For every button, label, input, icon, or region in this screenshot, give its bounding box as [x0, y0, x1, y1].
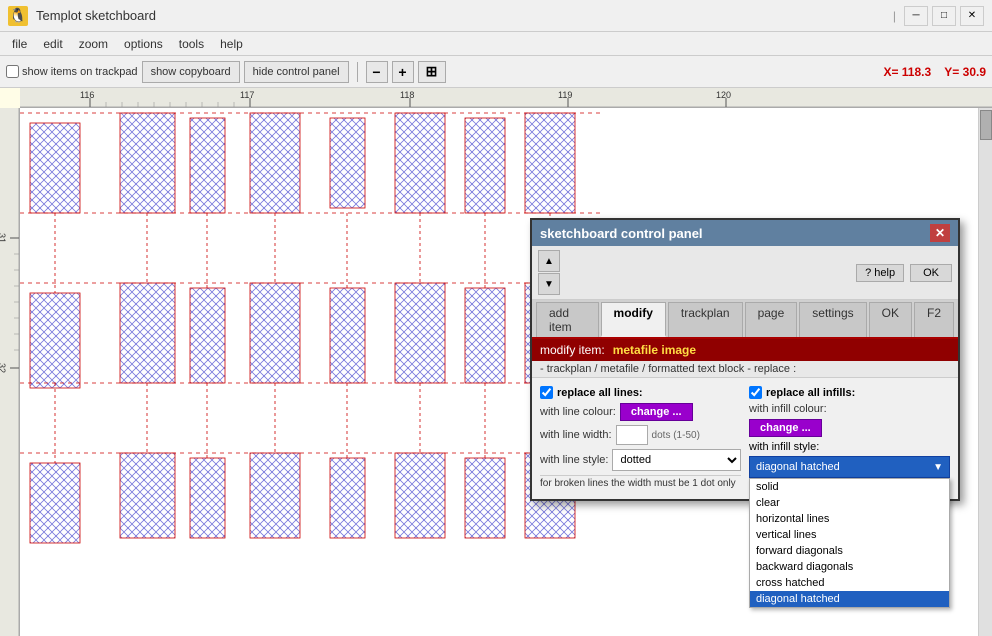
infill-option-cross[interactable]: cross hatched — [750, 575, 949, 591]
menu-file[interactable]: file — [4, 35, 35, 53]
infill-option-solid[interactable]: solid — [750, 479, 949, 495]
modify-header: modify item: metafile image — [532, 339, 958, 361]
zoom-out-button[interactable]: − — [366, 61, 388, 83]
show-trackpad-label[interactable]: show items on trackpad — [6, 65, 138, 78]
line-width-input[interactable]: 1 — [616, 425, 648, 445]
line-width-row: with line width: 1 dots (1-50) — [540, 425, 741, 445]
title-bar: 🐧 Templot sketchboard | ─ □ ✕ — [0, 0, 992, 32]
dialog-top-row: ▲ ▼ ? help OK — [532, 246, 958, 300]
infill-style-dropdown: solid clear horizontal lines vertical li… — [749, 478, 950, 608]
scrollbar-vertical[interactable] — [978, 108, 992, 636]
infill-style-container: diagonal hatched ▼ solid clear horizonta… — [749, 456, 950, 478]
breadcrumb: - trackplan / metafile / formatted text … — [532, 361, 958, 378]
dropdown-arrow-icon: ▼ — [933, 462, 943, 473]
svg-text:119: 119 — [558, 90, 572, 100]
tab-modify[interactable]: modify — [601, 302, 666, 337]
show-copyboard-button[interactable]: show copyboard — [142, 61, 240, 83]
right-column: replace all infills: with infill colour:… — [749, 386, 950, 491]
dialog-close-button[interactable]: ✕ — [930, 224, 950, 242]
line-colour-row: with line colour: change ... — [540, 403, 741, 421]
replace-lines-checkbox[interactable] — [540, 386, 553, 399]
show-trackpad-checkbox[interactable] — [6, 65, 19, 78]
scrollbar-thumb[interactable] — [980, 110, 992, 140]
maximize-button[interactable]: □ — [932, 6, 956, 26]
change-line-colour-button[interactable]: change ... — [620, 403, 693, 421]
dialog-ok-top-button[interactable]: OK — [910, 264, 952, 282]
dialog-content: replace all lines: with line colour: cha… — [532, 378, 958, 499]
toolbar: show items on trackpad show copyboard hi… — [0, 56, 992, 88]
title-bar-divider: | — [893, 9, 896, 23]
replace-lines-label: replace all lines: — [557, 387, 643, 399]
infill-option-vertical[interactable]: vertical lines — [750, 527, 949, 543]
tab-ok[interactable]: OK — [869, 302, 912, 337]
infill-colour-row: with infill colour: — [749, 403, 950, 415]
app-icon: 🐧 — [8, 6, 28, 26]
menu-options[interactable]: options — [116, 35, 171, 53]
infill-style-selected[interactable]: diagonal hatched ▼ — [749, 456, 950, 478]
infill-colour-label: with infill colour: — [749, 403, 827, 415]
line-style-label: with line style: — [540, 454, 608, 466]
tab-trackplan[interactable]: trackplan — [668, 302, 743, 337]
ruler-horizontal: 116 117 118 119 120 — [20, 88, 992, 108]
svg-text:31: 31 — [0, 233, 7, 243]
menu-zoom[interactable]: zoom — [71, 35, 116, 53]
infill-option-clear[interactable]: clear — [750, 495, 949, 511]
dialog-help-button[interactable]: ? help — [856, 264, 904, 282]
line-width-unit: dots (1-50) — [652, 430, 700, 441]
svg-text:116: 116 — [80, 90, 94, 100]
tab-settings[interactable]: settings — [799, 302, 866, 337]
line-width-label: with line width: — [540, 429, 612, 441]
infill-style-label: with infill style: — [749, 441, 950, 453]
ruler-vertical: 31 32 — [0, 108, 20, 636]
line-colour-label: with line colour: — [540, 406, 616, 418]
toolbar-separator-1 — [357, 62, 358, 82]
hide-panel-button[interactable]: hide control panel — [244, 61, 349, 83]
minimize-button[interactable]: ─ — [904, 6, 928, 26]
tab-page[interactable]: page — [745, 302, 798, 337]
replace-infills-checkbox[interactable] — [749, 386, 762, 399]
svg-text:120: 120 — [716, 90, 731, 100]
tab-add-item[interactable]: add item — [536, 302, 599, 337]
dialog-nav-up-button[interactable]: ▲ — [538, 250, 560, 272]
lines-section-header: replace all lines: — [540, 386, 741, 399]
two-columns: replace all lines: with line colour: cha… — [540, 386, 950, 491]
modify-label: modify item: — [540, 343, 605, 357]
dialog-title-bar: sketchboard control panel ✕ — [532, 220, 958, 246]
left-column: replace all lines: with line colour: cha… — [540, 386, 741, 491]
menu-edit[interactable]: edit — [35, 35, 70, 53]
control-panel-dialog: sketchboard control panel ✕ ▲ ▼ ? help O… — [530, 218, 960, 501]
svg-text:32: 32 — [0, 363, 7, 373]
change-infill-colour-button[interactable]: change ... — [749, 419, 822, 437]
item-type-label: metafile image — [613, 343, 696, 357]
title-bar-buttons: ─ □ ✕ — [904, 6, 984, 26]
tab-f2[interactable]: F2 — [914, 302, 954, 337]
line-style-row: with line style: solid dotted dashed das… — [540, 449, 741, 471]
menu-help[interactable]: help — [212, 35, 251, 53]
infills-section-header: replace all infills: — [749, 386, 950, 399]
infill-option-horizontal[interactable]: horizontal lines — [750, 511, 949, 527]
replace-infills-label: replace all infills: — [766, 387, 855, 399]
infill-option-forward[interactable]: forward diagonals — [750, 543, 949, 559]
dialog-nav-down-button[interactable]: ▼ — [538, 273, 560, 295]
coord-display: X= 118.3 Y= 30.9 — [883, 65, 986, 79]
line-style-select[interactable]: solid dotted dashed dash-dot — [612, 449, 741, 471]
close-button[interactable]: ✕ — [960, 6, 984, 26]
infill-option-diagonal[interactable]: diagonal hatched — [750, 591, 949, 607]
svg-text:117: 117 — [240, 90, 254, 100]
title-bar-text: Templot sketchboard — [36, 8, 885, 23]
dialog-tabs: add item modify trackplan page settings … — [532, 300, 958, 339]
broken-lines-note: for broken lines the width must be 1 dot… — [540, 475, 741, 491]
fit-button[interactable]: ⊞ — [418, 61, 446, 83]
menu-bar: file edit zoom options tools help — [0, 32, 992, 56]
menu-tools[interactable]: tools — [171, 35, 212, 53]
svg-text:118: 118 — [400, 90, 414, 100]
infill-option-backward[interactable]: backward diagonals — [750, 559, 949, 575]
zoom-in-button[interactable]: + — [392, 61, 414, 83]
dialog-title-text: sketchboard control panel — [540, 226, 703, 241]
